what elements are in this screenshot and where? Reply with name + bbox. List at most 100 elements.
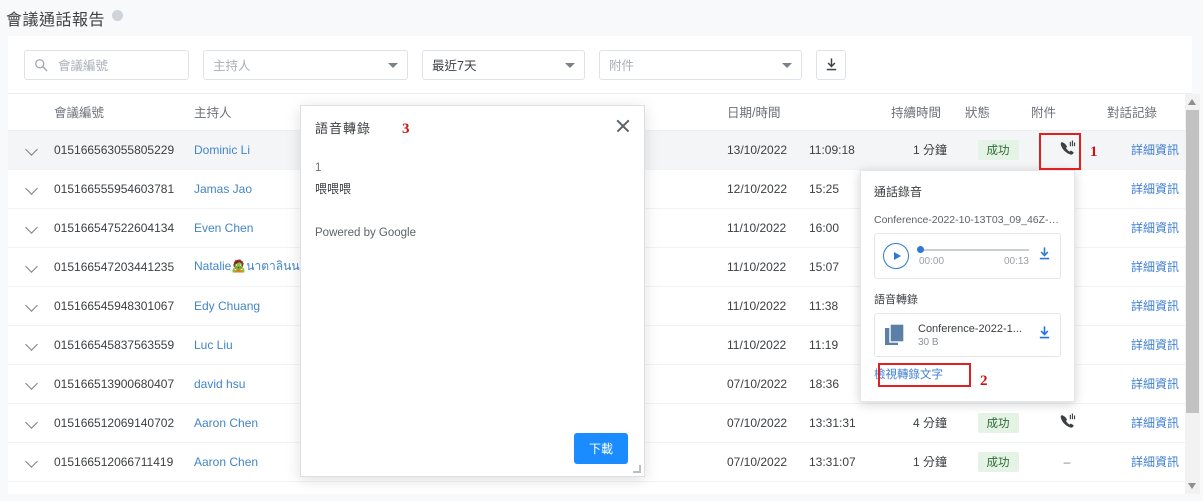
cell-date: 11/10/2022 bbox=[727, 247, 809, 287]
row-expand-toggle[interactable] bbox=[8, 286, 54, 326]
attachment-filter-select[interactable]: 附件 bbox=[599, 49, 802, 80]
download-transcript-button[interactable] bbox=[1037, 325, 1052, 345]
chevron-down-icon[interactable] bbox=[24, 415, 38, 429]
row-expand-toggle[interactable] bbox=[8, 208, 54, 248]
scroll-down-arrow-icon[interactable] bbox=[1188, 483, 1196, 489]
col-host: 主持人 bbox=[194, 94, 314, 131]
row-expand-toggle[interactable] bbox=[8, 169, 54, 209]
host-link[interactable]: Dominic Li bbox=[194, 143, 250, 157]
modal-resize-grip[interactable] bbox=[633, 465, 641, 473]
chevron-down-icon[interactable] bbox=[24, 454, 38, 468]
host-link[interactable]: david hsu bbox=[194, 377, 245, 391]
duration-text: 4 分鐘 bbox=[912, 416, 947, 430]
detail-link[interactable]: 詳細資訊 bbox=[1131, 377, 1179, 391]
chevron-down-icon[interactable] bbox=[24, 181, 38, 195]
detail-link[interactable]: 詳細資訊 bbox=[1131, 260, 1179, 274]
search-icon bbox=[34, 58, 48, 72]
detail-link[interactable]: 詳細資訊 bbox=[1131, 143, 1179, 157]
cell-host[interactable]: Dominic Li bbox=[194, 130, 314, 170]
host-link[interactable]: Natalie🧟นาตาลินนาตาลิน bbox=[194, 259, 314, 273]
detail-link[interactable]: 詳細資訊 bbox=[1131, 455, 1179, 469]
chevron-down-icon bbox=[565, 62, 575, 68]
host-link[interactable]: Aaron Chen bbox=[194, 455, 258, 469]
row-expand-toggle[interactable] bbox=[8, 442, 54, 482]
view-transcript-link[interactable]: 檢視轉錄文字 bbox=[874, 366, 943, 382]
chevron-down-icon[interactable] bbox=[24, 259, 38, 273]
cell-meeting-id: 015166563055805229 bbox=[54, 130, 194, 170]
cell-transcript[interactable]: 詳細資訊 bbox=[1103, 364, 1192, 404]
status-badge: 成功 bbox=[977, 139, 1019, 160]
phone-record-icon[interactable] bbox=[1058, 412, 1077, 431]
date-range-value: 最近7天 bbox=[432, 59, 477, 73]
search-input[interactable]: 會議編號 bbox=[24, 49, 189, 80]
cell-host[interactable]: Aaron Chen bbox=[194, 403, 314, 443]
host-filter-select[interactable]: 主持人 bbox=[203, 49, 408, 80]
host-link[interactable]: Luc Liu bbox=[194, 338, 233, 352]
download-recording-button[interactable] bbox=[1037, 246, 1052, 266]
cell-transcript[interactable]: 詳細資訊 bbox=[1103, 325, 1192, 365]
cell-transcript[interactable]: 詳細資訊 bbox=[1103, 169, 1192, 209]
table-scrollbar[interactable] bbox=[1185, 94, 1200, 494]
cell-transcript[interactable]: 詳細資訊 bbox=[1103, 442, 1192, 482]
download-button[interactable]: 下載 bbox=[573, 432, 628, 464]
audio-progress[interactable]: 00:00 00:13 bbox=[917, 242, 1029, 270]
cell-host[interactable]: Aaron Chen bbox=[194, 442, 314, 482]
cell-host[interactable]: Jamas Jao bbox=[194, 169, 314, 209]
col-status: 狀態 bbox=[965, 94, 1031, 131]
audio-player[interactable]: 00:00 00:13 bbox=[874, 233, 1061, 279]
row-expand-toggle[interactable] bbox=[8, 247, 54, 287]
play-button[interactable] bbox=[883, 243, 909, 269]
audio-time-total: 00:13 bbox=[1003, 256, 1029, 267]
chevron-down-icon[interactable] bbox=[24, 298, 38, 312]
host-filter-value: 主持人 bbox=[213, 59, 251, 73]
scrollbar-thumb[interactable] bbox=[1186, 110, 1199, 413]
row-expand-toggle[interactable] bbox=[8, 130, 54, 170]
host-link[interactable]: Aaron Chen bbox=[194, 416, 258, 430]
transcript-file-row[interactable]: Conference-2022-1... 30 B bbox=[874, 313, 1061, 357]
close-icon[interactable] bbox=[615, 118, 631, 134]
host-link[interactable]: Jamas Jao bbox=[194, 182, 252, 196]
cell-time: 11:09:18 bbox=[809, 130, 887, 170]
phone-record-icon[interactable] bbox=[1058, 139, 1077, 158]
cell-status: 成功 bbox=[965, 403, 1031, 443]
cell-transcript[interactable]: 詳細資訊 bbox=[1103, 247, 1192, 287]
chevron-down-icon[interactable] bbox=[24, 337, 38, 351]
cell-date: 13/10/2022 bbox=[727, 130, 809, 170]
detail-link[interactable]: 詳細資訊 bbox=[1131, 221, 1179, 235]
detail-link[interactable]: 詳細資訊 bbox=[1131, 416, 1179, 430]
audio-progress-track[interactable] bbox=[919, 249, 1029, 251]
cell-transcript[interactable]: 詳細資訊 bbox=[1103, 130, 1192, 170]
modal-title: 語音轉錄 bbox=[315, 120, 372, 136]
chevron-down-icon[interactable] bbox=[24, 142, 38, 156]
info-icon[interactable] bbox=[112, 9, 124, 21]
cell-meeting-id: 015166512066711419 bbox=[54, 442, 194, 482]
status-badge: 成功 bbox=[977, 451, 1019, 472]
date-range-select[interactable]: 最近7天 bbox=[422, 49, 585, 80]
row-expand-toggle[interactable] bbox=[8, 325, 54, 365]
host-link[interactable]: Edy Chuang bbox=[194, 299, 260, 313]
detail-link[interactable]: 詳細資訊 bbox=[1131, 182, 1179, 196]
cell-host[interactable]: Luc Liu bbox=[194, 325, 314, 365]
cell-time: 13:31:31 bbox=[809, 403, 887, 443]
cell-host[interactable]: Natalie🧟นาตาลินนาตาลิน bbox=[194, 247, 314, 287]
row-expand-toggle[interactable] bbox=[8, 403, 54, 443]
cell-host[interactable]: Even Chen bbox=[194, 208, 314, 248]
detail-link[interactable]: 詳細資訊 bbox=[1131, 338, 1179, 352]
audio-progress-knob[interactable] bbox=[917, 246, 924, 253]
chevron-down-icon[interactable] bbox=[24, 220, 38, 234]
cell-transcript[interactable]: 詳細資訊 bbox=[1103, 208, 1192, 248]
cell-meeting-id: 015166545948301067 bbox=[54, 286, 194, 326]
cell-host[interactable]: Edy Chuang bbox=[194, 286, 314, 326]
cell-transcript[interactable]: 詳細資訊 bbox=[1103, 403, 1192, 443]
cell-transcript[interactable]: 詳細資訊 bbox=[1103, 286, 1192, 326]
export-download-button[interactable] bbox=[816, 49, 846, 80]
cell-host[interactable]: david hsu bbox=[194, 364, 314, 404]
row-expand-toggle[interactable] bbox=[8, 364, 54, 404]
transcript-line-index: 1 bbox=[315, 162, 322, 174]
chevron-down-icon[interactable] bbox=[24, 376, 38, 390]
cell-attachment[interactable] bbox=[1031, 403, 1103, 443]
meeting-id-text: 015166513900680407 bbox=[54, 376, 175, 391]
scroll-up-arrow-icon[interactable] bbox=[1188, 99, 1196, 105]
detail-link[interactable]: 詳細資訊 bbox=[1131, 299, 1179, 313]
host-link[interactable]: Even Chen bbox=[194, 221, 253, 235]
